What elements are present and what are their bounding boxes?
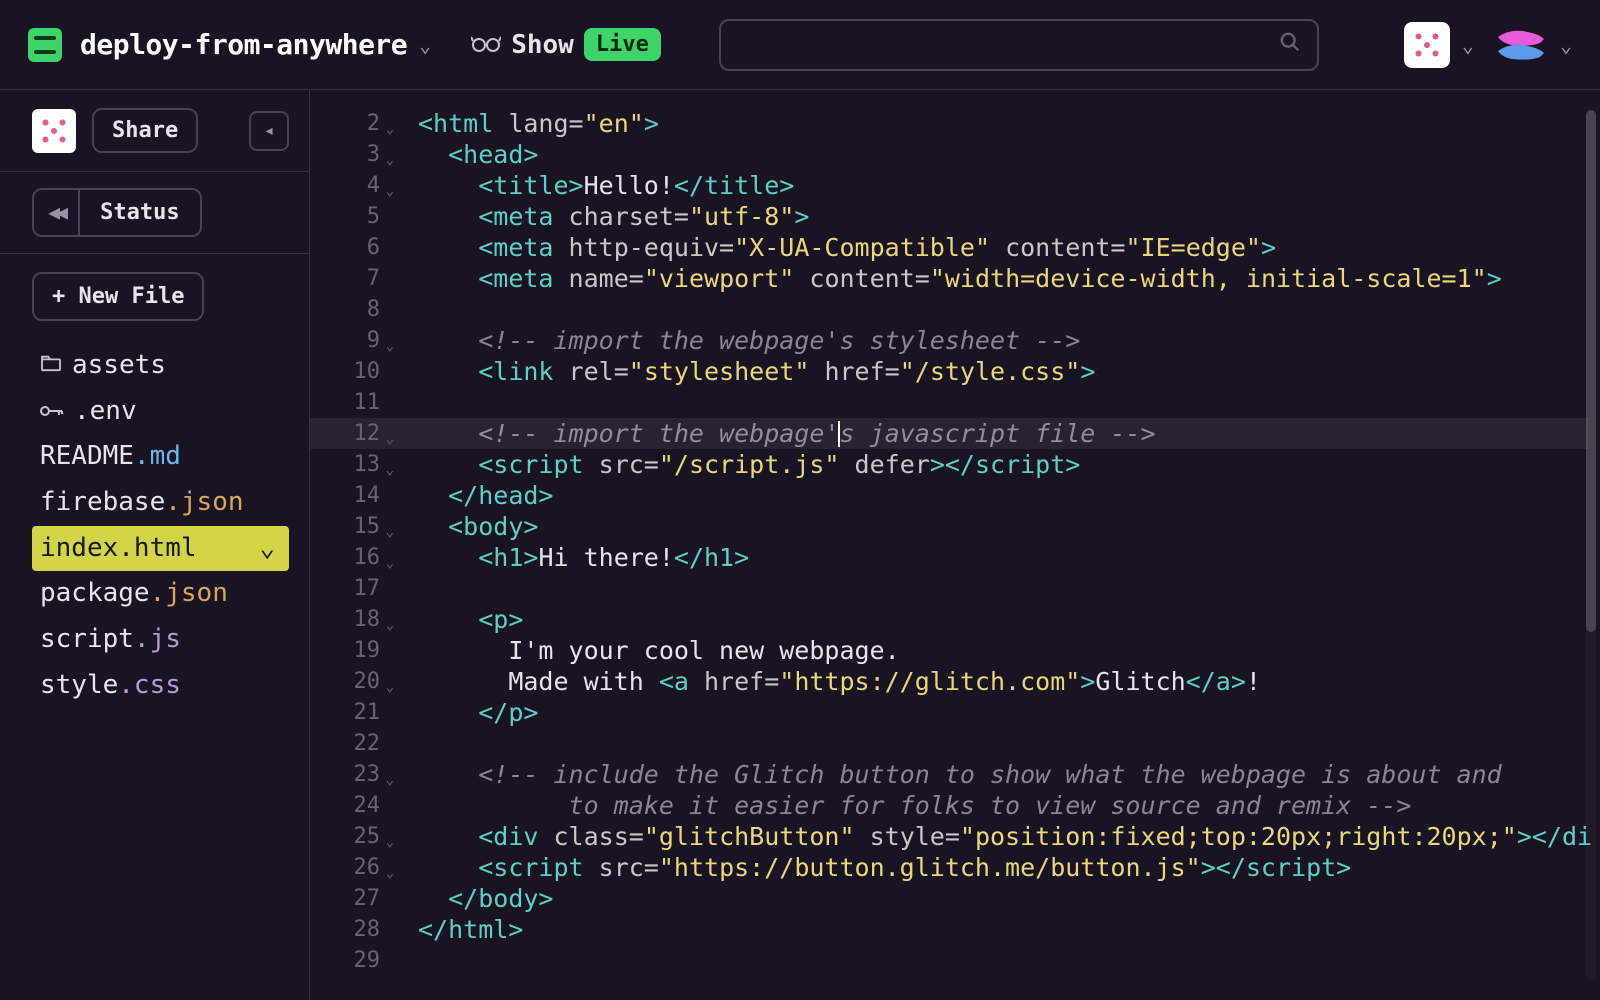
file-name: script.js xyxy=(40,621,181,659)
status-button[interactable]: Status xyxy=(80,190,199,235)
fold-toggle-icon[interactable]: ⌄ xyxy=(386,672,394,703)
fold-toggle-icon[interactable]: ⌄ xyxy=(386,610,394,641)
show-button[interactable]: Show Live xyxy=(471,28,661,61)
search-icon xyxy=(1279,31,1301,59)
chevron-down-icon: ⌄ xyxy=(1560,33,1572,57)
search-input[interactable] xyxy=(719,19,1319,71)
chevron-down-icon: ⌄ xyxy=(1462,33,1474,57)
folder-icon xyxy=(40,350,62,382)
project-name: deploy-from-anywhere xyxy=(80,28,407,61)
glitch-fish-icon xyxy=(1492,25,1548,65)
rewind-icon: ◀◀ xyxy=(48,200,64,224)
line-gutter: 2⌄3⌄4⌄56789⌄101112⌄13⌄1415⌄16⌄1718⌄1920⌄… xyxy=(310,108,390,1000)
file-item-assets[interactable]: assets xyxy=(32,343,289,389)
file-tree: assets .env README.md firebase.json index.ht… xyxy=(32,343,289,709)
file-name: package.json xyxy=(40,575,228,613)
file-name: assets xyxy=(72,347,166,385)
vertical-scrollbar[interactable] xyxy=(1586,110,1596,980)
fold-toggle-icon[interactable]: ⌄ xyxy=(386,548,394,579)
chevron-left-box-icon: ◂ xyxy=(264,120,275,141)
fold-toggle-icon[interactable]: ⌄ xyxy=(386,114,394,145)
file-item-index-html[interactable]: index.html ⌄ xyxy=(32,526,289,572)
active-line-highlight xyxy=(310,418,1588,449)
fold-toggle-icon[interactable]: ⌄ xyxy=(386,455,394,486)
avatar xyxy=(1404,22,1450,68)
fold-toggle-icon[interactable]: ⌄ xyxy=(386,827,394,858)
key-icon xyxy=(40,396,64,428)
file-name: style.css xyxy=(40,667,181,705)
fold-toggle-icon[interactable]: ⌄ xyxy=(386,517,394,548)
file-name: README.md xyxy=(40,438,181,476)
fold-toggle-icon[interactable]: ⌄ xyxy=(386,858,394,889)
project-name-dropdown[interactable]: deploy-from-anywhere ⌄ xyxy=(80,28,431,61)
collapse-sidebar-button[interactable]: ◂ xyxy=(249,111,289,151)
show-label: Show xyxy=(511,30,574,60)
fold-toggle-icon[interactable]: ⌄ xyxy=(386,765,394,796)
project-avatar[interactable] xyxy=(32,109,76,153)
file-item-style-css[interactable]: style.css xyxy=(32,663,289,709)
search-field[interactable] xyxy=(737,32,1279,58)
code-editor[interactable]: 2⌄3⌄4⌄56789⌄101112⌄13⌄1415⌄16⌄1718⌄1920⌄… xyxy=(310,90,1600,1000)
glitch-logo-icon[interactable] xyxy=(28,28,62,62)
scrollbar-thumb[interactable] xyxy=(1586,110,1596,632)
user-avatar-dropdown[interactable]: ⌄ xyxy=(1404,22,1474,68)
live-badge: Live xyxy=(584,28,661,61)
fold-toggle-icon[interactable]: ⌄ xyxy=(386,176,394,207)
glitch-fish-dropdown[interactable]: ⌄ xyxy=(1492,25,1572,65)
file-name: .env xyxy=(74,393,137,431)
file-item-package-json[interactable]: package.json xyxy=(32,571,289,617)
code-content[interactable]: <html lang="en"> <head> <title>Hello!</t… xyxy=(390,108,1600,1000)
file-item-firebase-json[interactable]: firebase.json xyxy=(32,480,289,526)
share-button[interactable]: Share xyxy=(92,108,198,153)
fold-toggle-icon[interactable]: ⌄ xyxy=(386,145,394,176)
file-name: index.html xyxy=(40,530,197,568)
file-item-README-md[interactable]: README.md xyxy=(32,434,289,480)
text-cursor xyxy=(838,421,840,447)
file-name: firebase.json xyxy=(40,484,244,522)
file-item-script-js[interactable]: script.js xyxy=(32,617,289,663)
fold-toggle-icon[interactable]: ⌄ xyxy=(386,424,394,455)
file-item--env[interactable]: .env xyxy=(32,389,289,435)
chevron-down-icon: ⌄ xyxy=(259,530,275,568)
new-file-button[interactable]: + New File xyxy=(32,272,204,321)
sunglasses-icon xyxy=(471,31,501,59)
sidebar: Share ◂ ◀◀ Status + New File assets .env R… xyxy=(0,90,310,1000)
fold-toggle-icon[interactable]: ⌄ xyxy=(386,331,394,362)
rewind-button[interactable]: ◀◀ xyxy=(34,190,80,235)
chevron-down-icon: ⌄ xyxy=(419,33,431,57)
top-bar: deploy-from-anywhere ⌄ Show Live ⌄ ⌄ xyxy=(0,0,1600,90)
